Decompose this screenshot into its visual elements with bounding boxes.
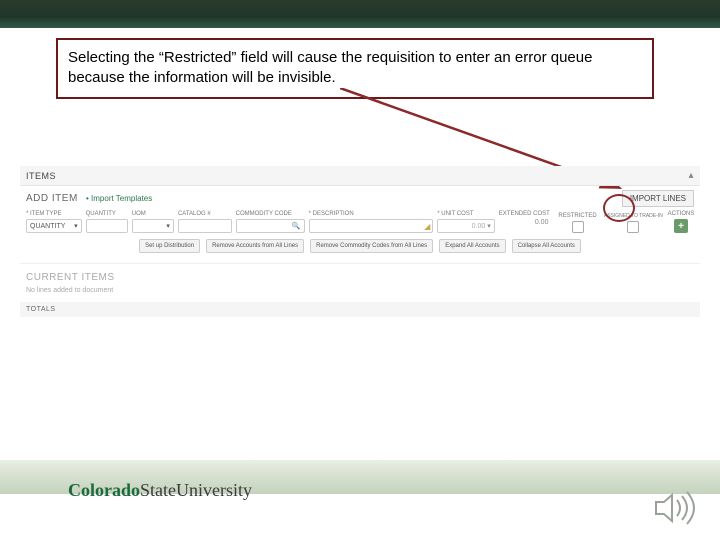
line-actions-row: Set up Distribution Remove Accounts from… (20, 233, 700, 264)
instruction-callout: Selecting the “Restricted” field will ca… (56, 38, 654, 99)
requisition-app: ITEMS ▴ ADD ITEM • Import Templates IMPO… (20, 166, 700, 317)
item-type-select[interactable]: QUANTITY▾ (26, 219, 82, 233)
unit-cost-field[interactable]: 0.00▾ (437, 219, 495, 233)
col-extended: EXTENDED COST (499, 211, 553, 217)
logo-part2: State (140, 480, 176, 500)
current-items-heading: CURRENT ITEMS (20, 264, 700, 287)
no-lines-text: No lines added to document (20, 287, 700, 302)
collapse-all-button[interactable]: Collapse All Accounts (512, 239, 581, 253)
logo-part1: Colorado (68, 480, 140, 500)
slide-top-bar (0, 0, 720, 28)
col-item-type: * ITEM TYPE (26, 211, 82, 217)
expand-icon[interactable]: ◢ (424, 222, 430, 231)
restricted-checkbox[interactable] (572, 221, 584, 233)
logo-part3: University (176, 480, 252, 500)
import-templates-link[interactable]: • Import Templates (86, 194, 152, 203)
add-item-title: ADD ITEM (26, 193, 78, 204)
items-panel-title: ITEMS (26, 171, 56, 181)
col-commodity: COMMODITY CODE (236, 211, 305, 217)
chevron-up-icon[interactable]: ▴ (688, 170, 694, 181)
csu-logo: ColoradoStateUniversity (68, 480, 252, 501)
assigned-checkbox[interactable] (627, 221, 639, 233)
chevron-down-icon: ▾ (166, 222, 170, 230)
col-description: * DESCRIPTION (309, 211, 434, 217)
col-quantity: QUANTITY (86, 211, 128, 217)
totals-row: TOTALS (20, 302, 700, 317)
speaker-icon (650, 488, 702, 528)
catalog-field[interactable] (178, 219, 232, 233)
chevron-down-icon: ▾ (74, 222, 78, 230)
col-unit-cost: * UNIT COST (437, 211, 495, 217)
col-uom: UOM (132, 211, 174, 217)
commodity-field[interactable]: 🔍 (236, 219, 305, 233)
add-item-columns: * ITEM TYPE QUANTITY▾ QUANTITY UOM ▾ CAT… (20, 211, 700, 233)
search-icon: 🔍 (292, 222, 301, 230)
add-line-button[interactable]: + (674, 219, 688, 233)
remove-accounts-button[interactable]: Remove Accounts from All Lines (206, 239, 304, 253)
highlight-circle (603, 194, 635, 222)
chevron-down-icon: ▾ (487, 222, 491, 230)
expand-all-button[interactable]: Expand All Accounts (439, 239, 505, 253)
description-field[interactable]: ◢ (309, 219, 434, 233)
add-item-row: ADD ITEM • Import Templates IMPORT LINES (20, 186, 700, 211)
col-restricted: RESTRICTED (558, 213, 596, 219)
items-panel-header[interactable]: ITEMS ▴ (20, 166, 700, 186)
extended-value: 0.00 (499, 219, 553, 233)
col-catalog: CATALOG # (178, 211, 232, 217)
setup-distribution-button[interactable]: Set up Distribution (139, 239, 200, 253)
remove-commodity-button[interactable]: Remove Commodity Codes from All Lines (310, 239, 433, 253)
callout-text: Selecting the “Restricted” field will ca… (68, 49, 592, 86)
col-actions: ACTIONS (668, 211, 695, 217)
uom-select[interactable]: ▾ (132, 219, 174, 233)
quantity-field[interactable] (86, 219, 128, 233)
